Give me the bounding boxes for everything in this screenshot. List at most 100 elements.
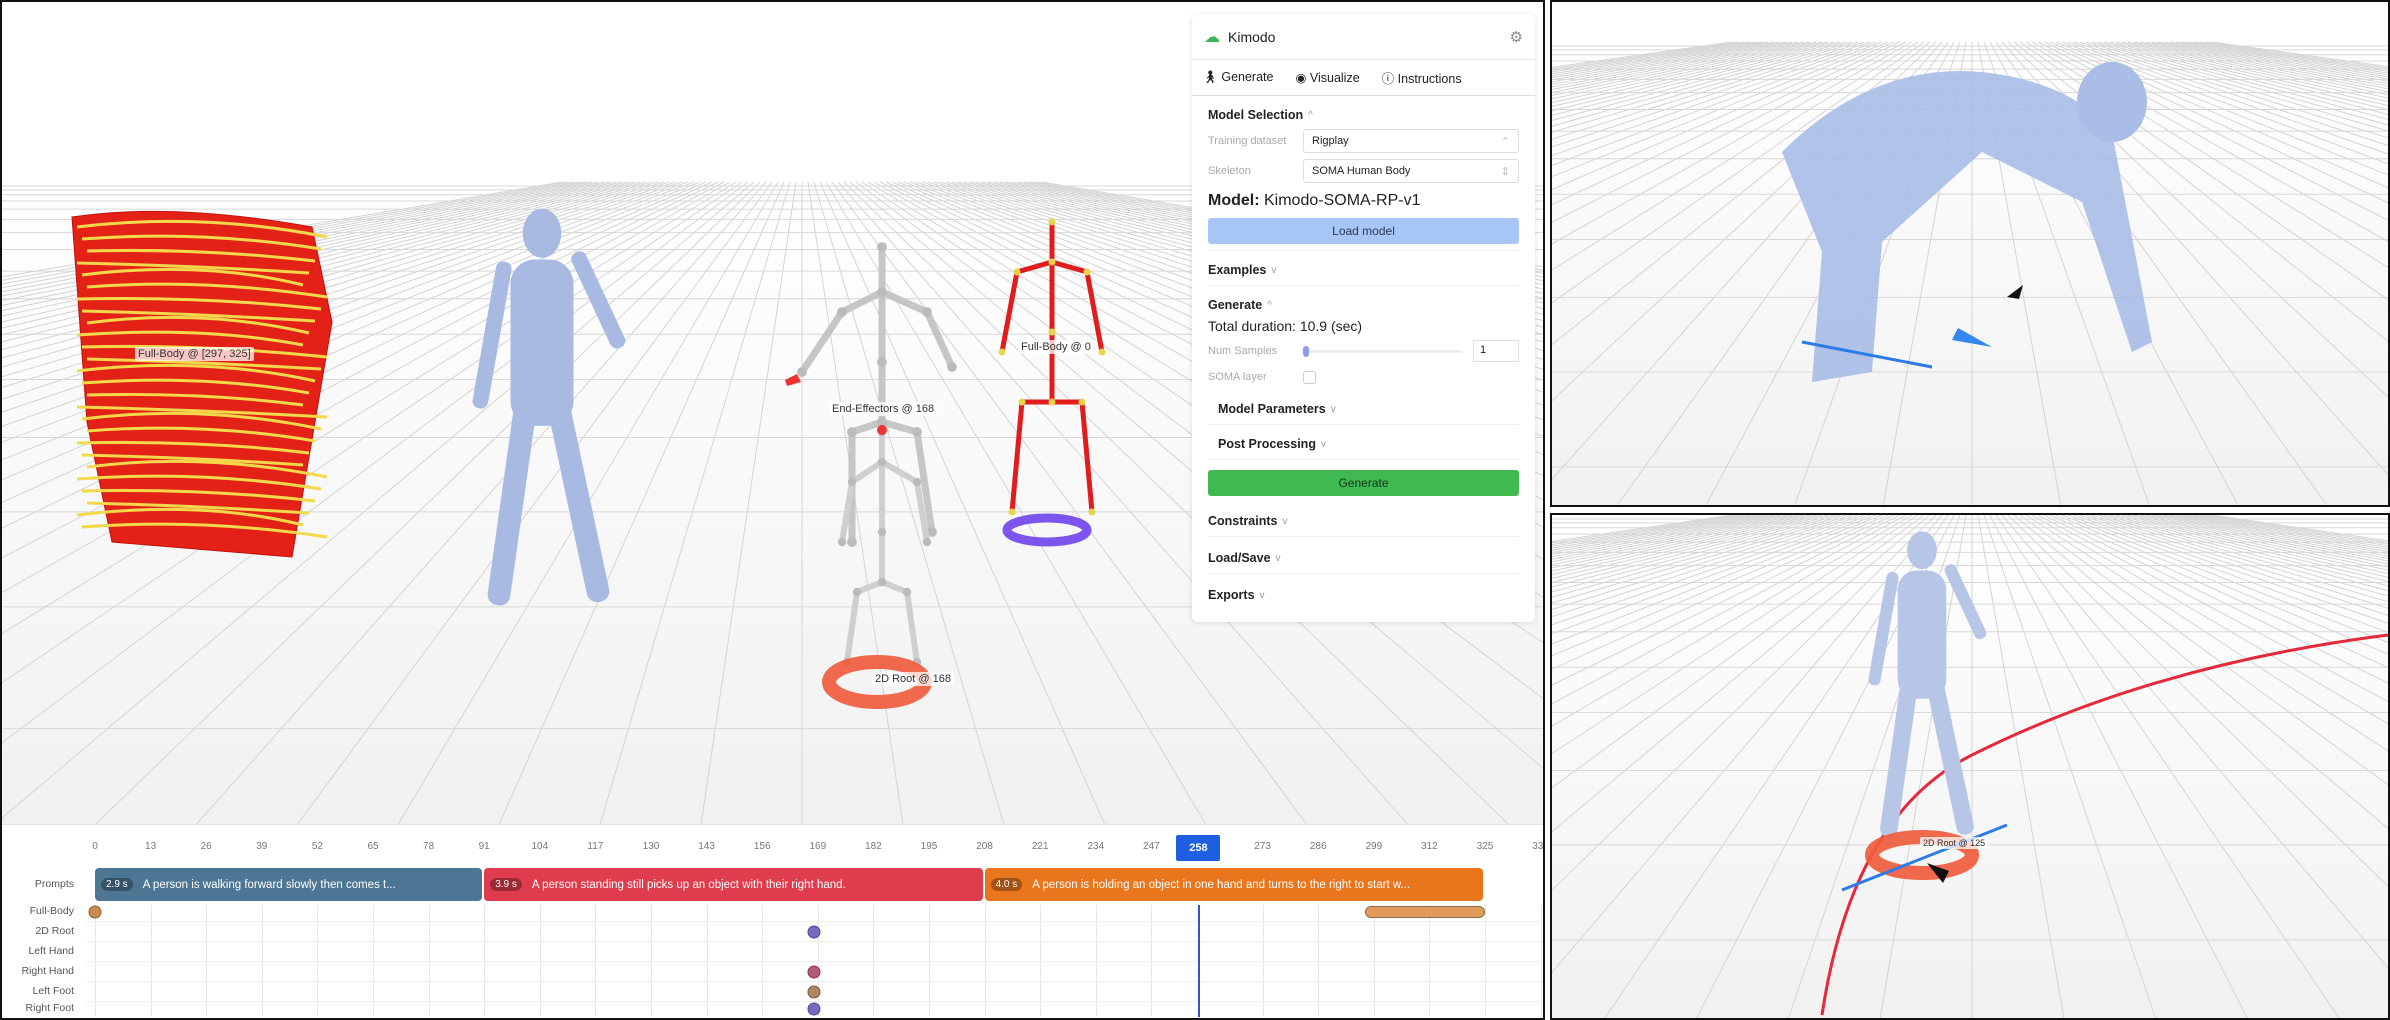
tick-label: 78 [423,841,435,852]
joint [922,537,932,547]
examples-header[interactable]: Examples v [1208,261,1519,279]
slider-thumb[interactable] [1303,346,1309,357]
joint-marker [877,425,887,435]
model-selection-header[interactable]: Model Selection ^ [1208,106,1519,124]
row-label-2d-root: 2D Root [35,925,74,937]
training-dataset-select[interactable]: Rigplay ⌃ [1303,129,1519,153]
keyframe-marker[interactable] [807,965,821,979]
torso [510,259,574,426]
exports-header[interactable]: Exports v [1208,586,1519,604]
tick-label: 299 [1365,841,1383,852]
tab-instructions[interactable]: ⓘ Instructions [1382,68,1462,87]
prompt-text: A person standing still picks up an obje… [531,878,846,891]
constraint-label: 2D Root @ 168 [872,672,954,686]
prompt-segment[interactable]: 3.9 s A person standing still picks up an… [484,868,983,901]
tick-label: 169 [809,841,827,852]
joint [1008,508,1016,516]
timeline[interactable]: 0 13 26 39 52 65 78 91 104 117 130 143 156 169 182 195 2… [2,824,1543,1018]
joint [1048,328,1056,336]
load-model-button[interactable]: Load model [1208,218,1519,244]
load-save-header[interactable]: Load/Save v [1208,549,1519,567]
joint [847,477,857,487]
tick-label: 52 [311,841,323,852]
keyframe-marker[interactable] [807,1002,821,1016]
constraint-label: 2D Root @ 125 [1920,837,1989,849]
chevron-down-icon: v [1282,515,1288,527]
num-samples-slider[interactable] [1303,346,1463,357]
tick-label: 130 [642,841,660,852]
tab-visualize[interactable]: ◉ Visualize [1295,70,1359,85]
generate-button[interactable]: Generate [1208,470,1519,496]
joint [877,242,887,252]
prompt-segment[interactable]: 4.0 s A person is holding an object in on… [984,868,1483,901]
prompt-text: A person is walking forward slowly then … [142,878,396,891]
playhead[interactable] [1198,905,1201,1017]
keyframe-range[interactable] [1365,906,1485,918]
skeleton-select[interactable]: SOMA Human Body ⇕ [1303,159,1519,183]
tick-label: 312 [1421,841,1438,852]
joint [922,307,932,317]
row-divider [86,941,1543,942]
tick-label: 286 [1309,841,1327,852]
keyframe-marker[interactable] [807,925,821,939]
row-label-left-foot: Left Foot [32,985,74,997]
joint [902,587,912,597]
total-duration: Total duration: 10.9 (sec) [1208,318,1363,334]
skeleton-label: Skeleton [1208,165,1251,177]
joint [837,537,847,547]
constraints-header[interactable]: Constraints v [1208,512,1519,530]
row-label-right-foot: Right Foot [25,1002,74,1014]
row-divider [86,981,1543,982]
chevron-down-icon: v [1320,438,1326,450]
keyframe-marker[interactable] [88,905,102,919]
3d-scene-inset [1552,515,2388,1018]
soma-layer-checkbox[interactable] [1303,370,1316,384]
prompt-segment[interactable]: 2.9 s A person is walking forward slowly … [95,868,483,901]
joint [797,367,807,377]
joint [877,457,887,467]
chevron-down-icon: v [1259,589,1265,601]
row-divider [86,961,1543,962]
joint [1083,268,1091,276]
prompt-duration: 4.0 s [990,878,1023,891]
joint [877,527,887,537]
torso [1897,570,1947,699]
post-processing-header[interactable]: Post Processing v [1218,435,1519,453]
tick-label: 117 [587,841,604,852]
num-samples-input[interactable]: 1 [1473,340,1519,362]
joint [1048,258,1056,266]
head [522,208,562,258]
chevron-down-icon: v [1275,552,1281,564]
floor [1552,515,2388,1018]
prompt-text: A person is holding an object in one han… [1032,878,1411,891]
constraint-label: Full-Body @ 0 [1018,340,1094,354]
inset-bottom-view: 2D Root @ 125 [1550,513,2390,1020]
tick-label: 234 [1087,841,1105,852]
tick-label: 273 [1254,841,1271,852]
person-icon: 🚶︎ [1202,70,1222,84]
joint [912,427,922,437]
prompt-duration: 2.9 s [101,878,133,891]
chevron-up-icon: ^ [1308,109,1313,121]
tick-label: 0 [92,841,98,852]
keyframe-marker[interactable] [807,985,821,999]
tick-label: 221 [1031,841,1049,852]
model-parameters-header[interactable]: Model Parameters v [1218,400,1519,418]
generate-header[interactable]: Generate ^ [1208,296,1519,314]
tick-label: 26 [200,841,212,852]
current-frame-badge[interactable]: 258 [1176,835,1221,861]
num-samples-label: Num Samples [1208,345,1278,357]
settings-sliders-icon[interactable]: ⚙ [1510,28,1523,46]
eye-icon: ◉ [1295,71,1310,85]
joint [847,427,857,437]
row-label-prompts: Prompts [34,878,74,890]
constraint-label: Full-Body @ [297, 325] [135,347,254,361]
main-viewport[interactable]: Full-Body @ [297, 325] End-Effectors @ 1… [0,0,1545,1020]
tab-generate[interactable]: 🚶︎ Generate [1202,70,1273,85]
chevron-up-icon: ^ [1267,299,1272,311]
head [2077,62,2147,142]
updown-icon: ⇕ [1500,165,1510,178]
joint [852,587,862,597]
tick-label: 65 [367,841,379,852]
joint [877,577,887,587]
